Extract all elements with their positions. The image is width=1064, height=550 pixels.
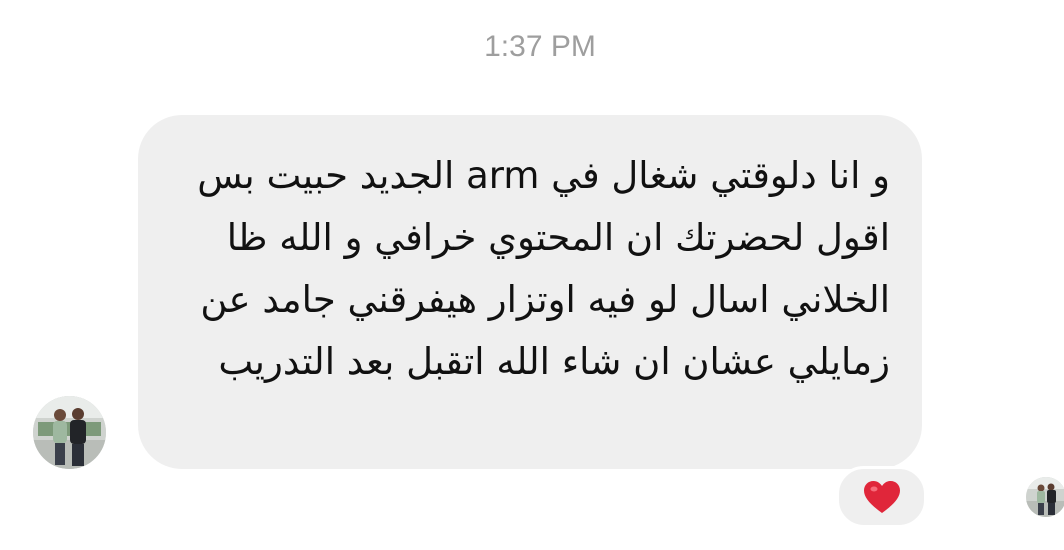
profile-photo-icon — [33, 396, 106, 469]
sender-avatar[interactable] — [33, 396, 106, 469]
message-bubble[interactable]: و انا دلوقتي شغال في arm الجديد حبيت بس … — [138, 115, 922, 469]
heart-icon — [863, 481, 900, 513]
seen-avatar — [1026, 477, 1064, 517]
message-timestamp: 1:37 PM — [484, 30, 596, 63]
message-text: و انا دلوقتي شغال في arm الجديد حبيت بس … — [197, 154, 890, 383]
heart-reaction[interactable] — [836, 466, 927, 528]
profile-photo-icon — [1026, 477, 1064, 517]
